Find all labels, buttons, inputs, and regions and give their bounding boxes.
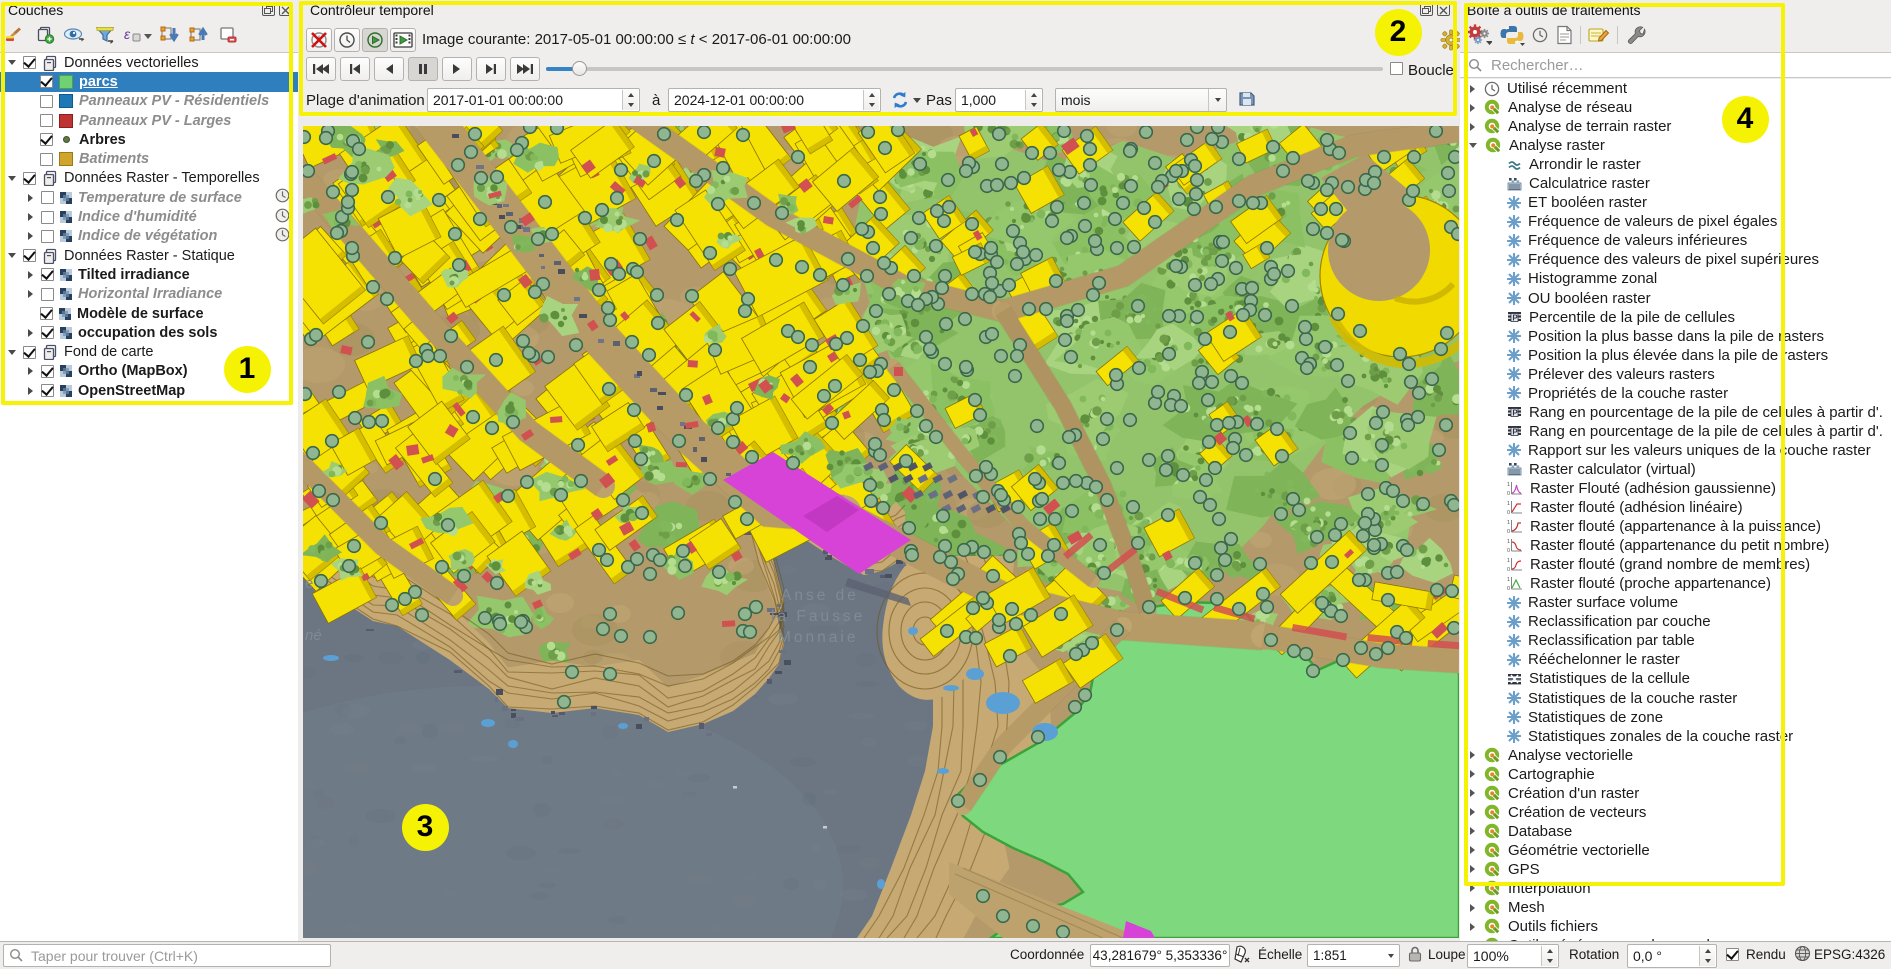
svg-text:Monnaie: Monnaie	[778, 629, 858, 646]
svg-text:1: 1	[1507, 482, 1510, 488]
svg-text:0: 0	[1507, 567, 1510, 572]
svg-text:1: 1	[1507, 520, 1510, 526]
svg-text:0: 0	[1507, 586, 1510, 591]
svg-text:1: 1	[1507, 539, 1510, 545]
svg-text:né: né	[305, 627, 322, 644]
svg-text:ε: ε	[124, 26, 131, 42]
svg-text:0: 0	[1507, 491, 1510, 496]
svg-text:0: 0	[1507, 529, 1510, 534]
svg-text:P: P	[1512, 409, 1518, 418]
svg-text:1: 1	[1507, 577, 1510, 583]
svg-text:Anse de: Anse de	[781, 587, 859, 604]
svg-text:0: 0	[1507, 510, 1510, 515]
svg-text:P: P	[1512, 428, 1518, 437]
svg-text:P: P	[1512, 314, 1518, 323]
svg-text:la Fausse: la Fausse	[771, 608, 865, 625]
svg-text:1: 1	[1507, 501, 1510, 507]
svg-text:0: 0	[1507, 548, 1510, 553]
svg-text:1: 1	[1507, 558, 1510, 564]
svg-text:e: e	[305, 575, 313, 592]
